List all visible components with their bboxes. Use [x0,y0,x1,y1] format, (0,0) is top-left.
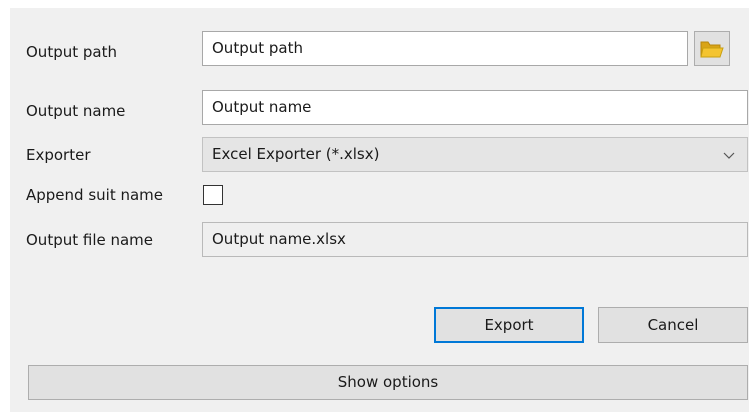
output-name-input[interactable]: Output name [202,90,748,125]
output-file-name-field: Output name.xlsx [202,222,748,257]
output-name-label: Output name [26,102,126,120]
append-suit-name-checkbox[interactable] [203,185,223,205]
output-path-label: Output path [26,43,117,61]
exporter-selected-value: Excel Exporter (*.xlsx) [212,145,380,163]
output-path-input[interactable]: Output path [202,31,688,66]
export-dialog: Output path Output path Output name Outp… [10,8,749,412]
output-file-name-label: Output file name [26,231,154,249]
browse-folder-button[interactable] [694,31,730,66]
show-options-button[interactable]: Show options [28,365,748,400]
append-suit-name-label: Append suit name [26,186,164,204]
cancel-button[interactable]: Cancel [598,307,748,343]
chevron-down-icon [723,152,735,159]
exporter-dropdown[interactable]: Excel Exporter (*.xlsx) [202,137,748,172]
export-button[interactable]: Export [434,307,584,343]
exporter-label: Exporter [26,146,91,164]
folder-icon [700,41,724,58]
